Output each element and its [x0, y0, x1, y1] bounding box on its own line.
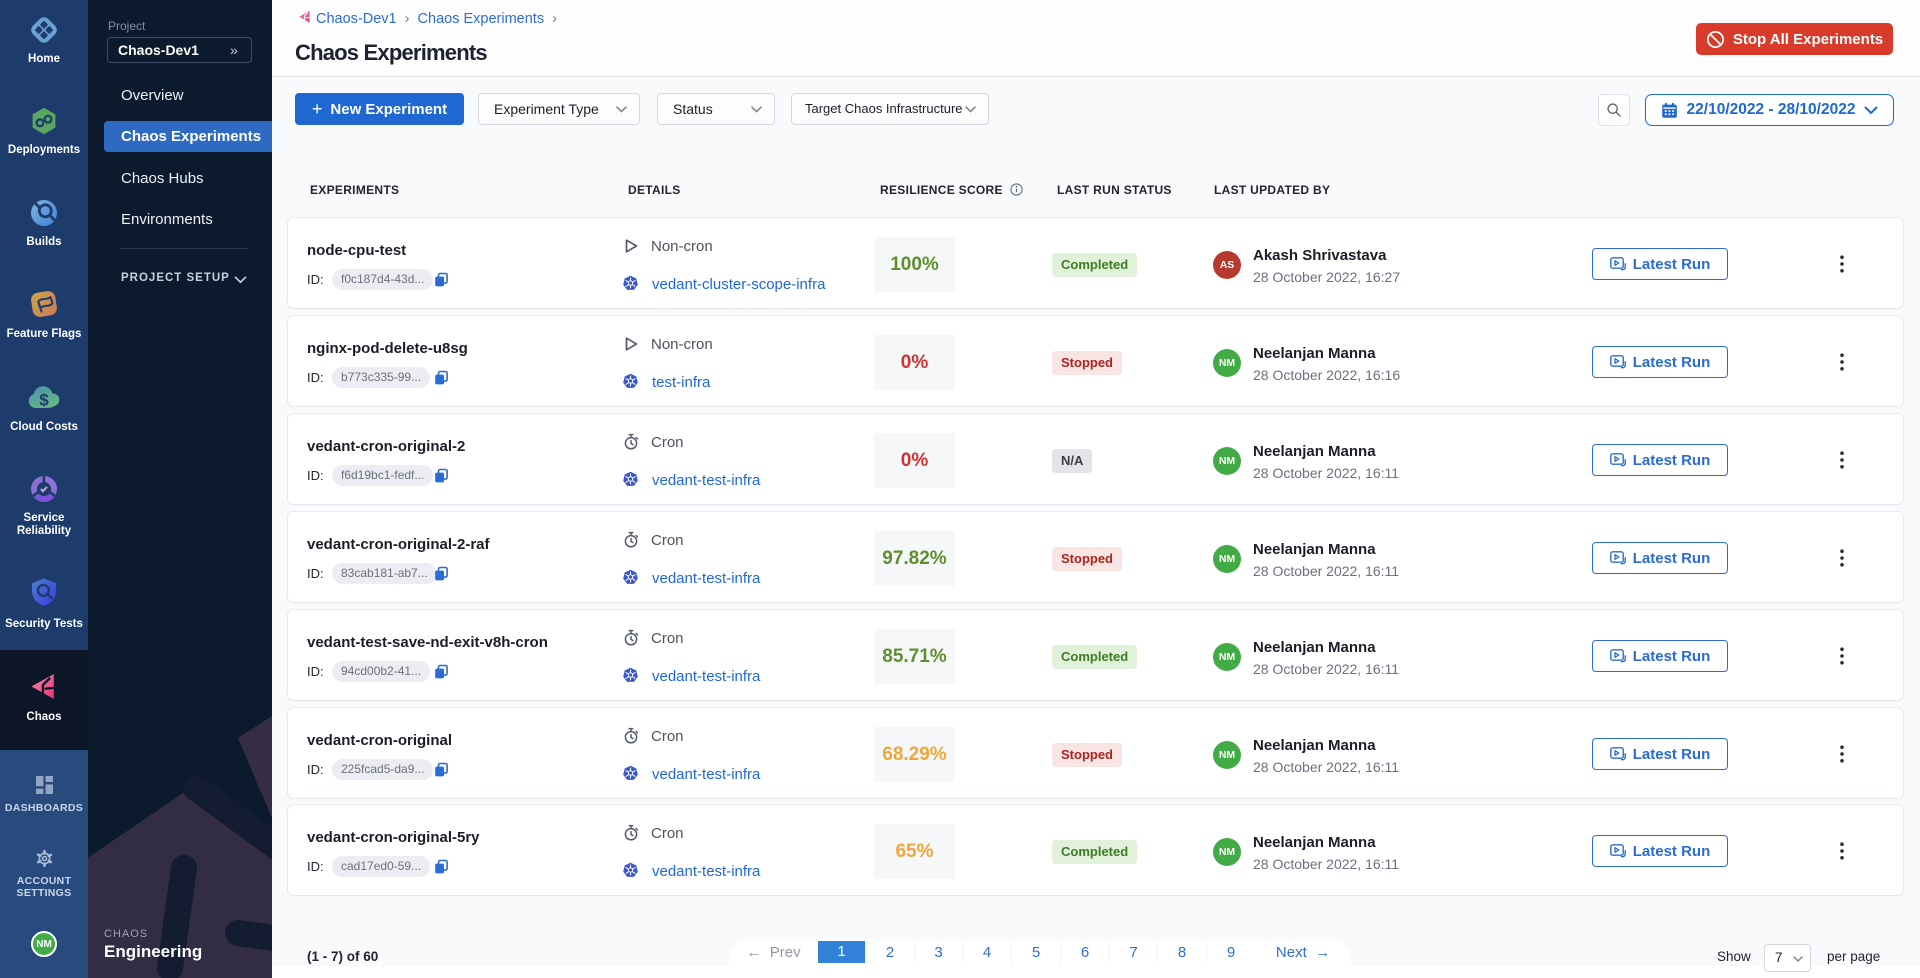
svg-text:$: $: [39, 391, 49, 410]
